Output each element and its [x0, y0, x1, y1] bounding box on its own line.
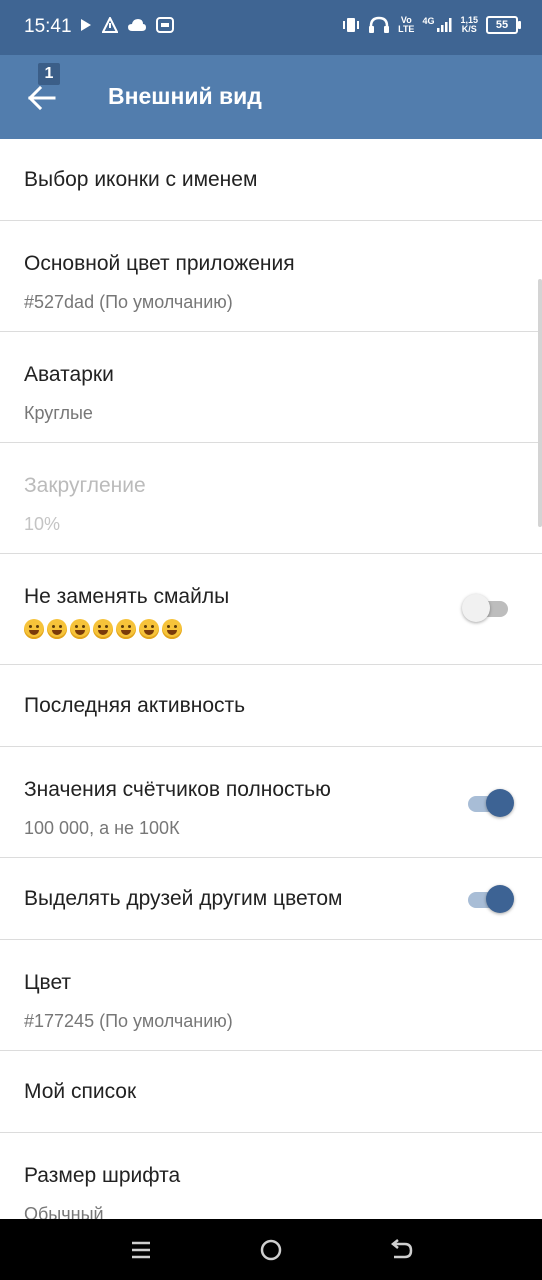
toggle-knob [486, 789, 514, 817]
back-count-badge: 1 [38, 63, 60, 85]
flushed-emoji-icon [116, 619, 136, 639]
setting-subtitle: #527dad (По умолчанию) [24, 292, 233, 312]
signal-4g-icon: 4G [422, 17, 452, 33]
back-nav-button[interactable] [386, 1235, 416, 1265]
settings-list[interactable]: Выбор иконки с именем Основной цвет прил… [0, 139, 542, 1219]
page-title: Внешний вид [108, 83, 262, 109]
setting-subtitle: 10% [24, 514, 61, 534]
signal-alert-icon [102, 17, 118, 33]
recents-button[interactable] [126, 1235, 156, 1265]
data-speed-icon: 1,15 K/S [460, 16, 478, 34]
app-bar: 1 Внешний вид [0, 55, 542, 139]
status-bar: 15:41 Vo LTE 4G 1,15 K/S 55 [0, 0, 542, 55]
arrow-left-icon [27, 85, 56, 111]
wink-emoji-icon [139, 619, 159, 639]
network-type-label: 4G [422, 16, 435, 26]
setting-primary-color[interactable]: Основной цвет приложения #527dad (По умо… [0, 221, 542, 332]
setting-full-counters[interactable]: Значения счётчиков полностью 100 000, а … [0, 747, 542, 858]
home-button[interactable] [256, 1235, 286, 1265]
setting-rounding: Закругление 10% [0, 443, 542, 554]
home-icon [260, 1239, 282, 1261]
setting-title: Выбор иконки с именем [24, 168, 258, 191]
vibrate-icon [343, 18, 360, 32]
setting-title: Значения счётчиков полностью [24, 778, 331, 801]
setting-subtitle: 100 000, а не 100К [24, 818, 180, 838]
full-counters-toggle[interactable] [464, 787, 514, 819]
status-right-icons: Vo LTE 4G 1,15 K/S 55 [342, 16, 521, 34]
headphones-icon [369, 16, 390, 33]
setting-title: Последняя активность [24, 694, 246, 717]
setting-title: Основной цвет приложения [24, 252, 295, 275]
setting-title: Размер шрифта [24, 1164, 181, 1187]
setting-title: Закругление [24, 474, 146, 497]
blush-emoji-icon [93, 619, 113, 639]
highlight-friends-toggle[interactable] [464, 883, 514, 915]
setting-subtitle: #177245 (По умолчанию) [24, 1011, 233, 1031]
setting-title: Не заменять смайлы [24, 585, 230, 608]
setting-last-activity[interactable]: Последняя активность [0, 665, 542, 747]
play-icon [81, 19, 91, 31]
back-icon [390, 1239, 413, 1259]
status-time: 15:41 [24, 16, 72, 37]
battery-icon: 55 [486, 16, 521, 34]
volte-label-bottom: LTE [398, 24, 415, 34]
setting-title: Аватарки [24, 363, 114, 386]
setting-avatars[interactable]: Аватарки Круглые [0, 332, 542, 443]
heart-eyes-emoji-icon [162, 619, 182, 639]
smileys-preview [24, 619, 182, 639]
keep-smileys-toggle[interactable] [462, 592, 514, 624]
back-button[interactable] [22, 79, 62, 119]
smiley-emoji-icon [47, 619, 67, 639]
setting-title: Выделять друзей другим цветом [24, 887, 343, 910]
system-nav-bar [0, 1219, 542, 1280]
setting-subtitle: Круглые [24, 403, 93, 423]
grin-emoji-icon [70, 619, 90, 639]
toggle-knob [486, 885, 514, 913]
menu-icon [132, 1241, 150, 1259]
setting-font-size[interactable]: Размер шрифта Обычный [0, 1133, 542, 1219]
setting-title: Цвет [24, 971, 72, 994]
volte-icon: Vo LTE [398, 16, 414, 34]
setting-subtitle: Обычный [24, 1204, 104, 1219]
grinning-emoji-icon [24, 619, 44, 639]
setting-icon-with-name[interactable]: Выбор иконки с именем [0, 139, 542, 221]
setting-highlight-friends[interactable]: Выделять друзей другим цветом [0, 858, 542, 940]
setting-my-list[interactable]: Мой список [0, 1051, 542, 1133]
scrollbar-thumb[interactable] [538, 279, 542, 527]
toggle-knob [462, 594, 490, 622]
setting-title: Мой список [24, 1080, 137, 1103]
status-left-icons [80, 17, 174, 33]
cloud-icon [128, 19, 146, 31]
setting-color[interactable]: Цвет #177245 (По умолчанию) [0, 940, 542, 1051]
media-icon [156, 17, 174, 33]
setting-keep-smileys[interactable]: Не заменять смайлы [0, 554, 542, 665]
data-speed-unit: K/S [461, 24, 477, 34]
